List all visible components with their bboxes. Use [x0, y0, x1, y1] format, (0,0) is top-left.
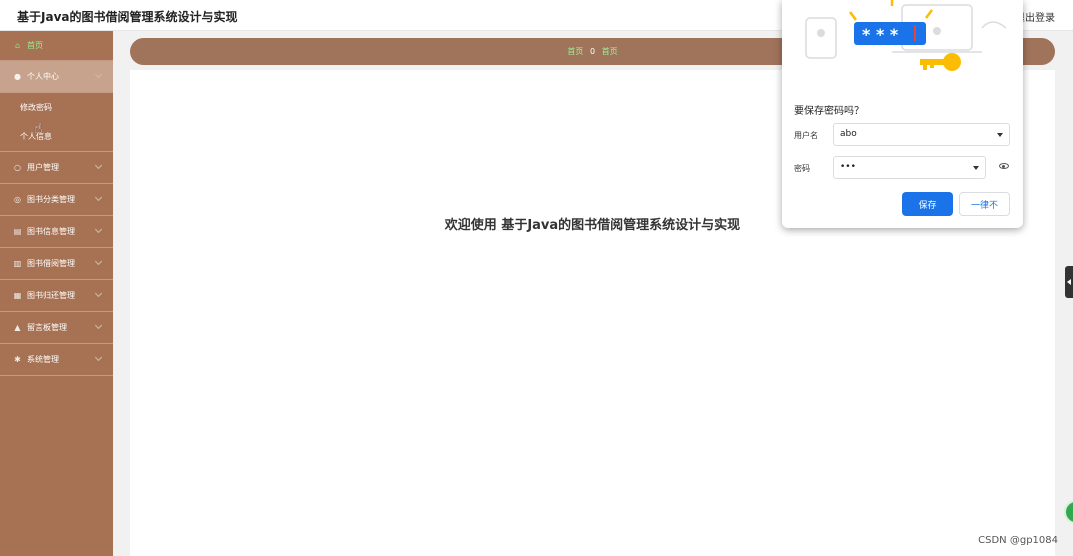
chevron-down-icon	[94, 321, 103, 330]
breadcrumb-item[interactable]: 首页	[602, 47, 618, 56]
breadcrumb-item[interactable]: 首页	[567, 47, 583, 56]
chevron-down-icon	[94, 161, 103, 170]
sidebar-item-label: 图书借阅管理	[27, 259, 75, 268]
settings-icon: ✱	[14, 355, 21, 364]
sidebar-item-label: 首页	[27, 41, 43, 50]
username-label: 用户名	[794, 131, 818, 140]
sidebar-item-home[interactable]: ⌂ 首页	[0, 31, 113, 61]
sidebar-item-book-info-management[interactable]: ▤ 图书信息管理	[0, 216, 113, 248]
sidebar-item-label: 图书归还管理	[27, 291, 75, 300]
sidebar-item-personal-center[interactable]: ● 个人中心	[0, 61, 113, 93]
breadcrumb-separator: 0	[589, 47, 596, 56]
sidebar-item-label: 图书分类管理	[27, 195, 75, 204]
sidebar-item-label: 图书信息管理	[27, 227, 75, 236]
user-icon: ●	[14, 72, 21, 81]
password-select[interactable]: •••	[833, 156, 986, 179]
password-illustration: * * *	[805, 0, 1007, 71]
sidebar-subitem-change-password[interactable]: 修改密码	[0, 93, 113, 122]
sidebar-item-system-management[interactable]: ✱ 系统管理	[0, 344, 113, 376]
username-select[interactable]: abo	[833, 123, 1010, 146]
message-icon: ▲	[14, 323, 21, 332]
sidebar-item-label: 个人中心	[27, 72, 59, 81]
chevron-down-icon	[94, 70, 103, 79]
sidebar: ⌂ 首页 ● 个人中心 修改密码 个人信息 ○ 用户管理 ◎ 图书分类管理 ▤ …	[0, 31, 113, 556]
book-icon: ▤	[13, 227, 22, 236]
save-password-question: 要保存密码吗？	[794, 106, 864, 117]
sidebar-item-category-management[interactable]: ◎ 图书分类管理	[0, 184, 113, 216]
sidebar-item-label: 系统管理	[27, 355, 59, 364]
sidebar-item-label: 留言板管理	[27, 323, 67, 332]
password-value: •••	[840, 162, 856, 172]
sidebar-subitem-label: 修改密码	[20, 102, 52, 112]
show-password-eye-icon[interactable]	[999, 163, 1009, 169]
never-save-button[interactable]: 一律不	[959, 192, 1010, 216]
hand-cursor-icon: ☝	[34, 121, 43, 137]
app-root: 基于Java的图书借阅管理系统设计与实现 退出登录 ⌂ 首页 ● 个人中心 修改…	[0, 0, 1073, 556]
sidebar-item-label: 用户管理	[27, 163, 59, 172]
watermark: CSDN @gp1084	[978, 535, 1058, 546]
sidebar-item-user-management[interactable]: ○ 用户管理	[0, 152, 113, 184]
chevron-down-icon	[94, 193, 103, 202]
app-title: 基于Java的图书借阅管理系统设计与实现	[17, 10, 238, 24]
dropdown-caret-icon	[997, 133, 1003, 137]
borrow-icon: ▥	[13, 259, 22, 268]
sidebar-item-message-board[interactable]: ▲ 留言板管理	[0, 312, 113, 344]
return-icon: ▦	[13, 291, 22, 300]
masked-password-text: * * *	[862, 25, 899, 44]
chevron-down-icon	[94, 225, 103, 234]
password-label: 密码	[794, 164, 810, 173]
users-icon: ○	[14, 163, 21, 172]
save-password-button[interactable]: 保存	[902, 192, 953, 216]
category-icon: ◎	[14, 195, 21, 204]
dropdown-caret-icon	[973, 166, 979, 170]
sidebar-item-borrow-management[interactable]: ▥ 图书借阅管理	[0, 248, 113, 280]
sidebar-subitem-personal-info[interactable]: 个人信息	[0, 122, 113, 152]
home-icon: ⌂	[14, 41, 21, 50]
chevron-down-icon	[94, 289, 103, 298]
side-collapse-tab[interactable]	[1065, 266, 1073, 298]
username-value: abo	[840, 129, 857, 139]
chevron-down-icon	[94, 257, 103, 266]
sidebar-item-return-management[interactable]: ▦ 图书归还管理	[0, 280, 113, 312]
chevron-down-icon	[94, 353, 103, 362]
save-password-dialog: * * * 要保存密码吗？ 用户名 abo 密码 ••• 保存 一律不	[782, 0, 1023, 228]
